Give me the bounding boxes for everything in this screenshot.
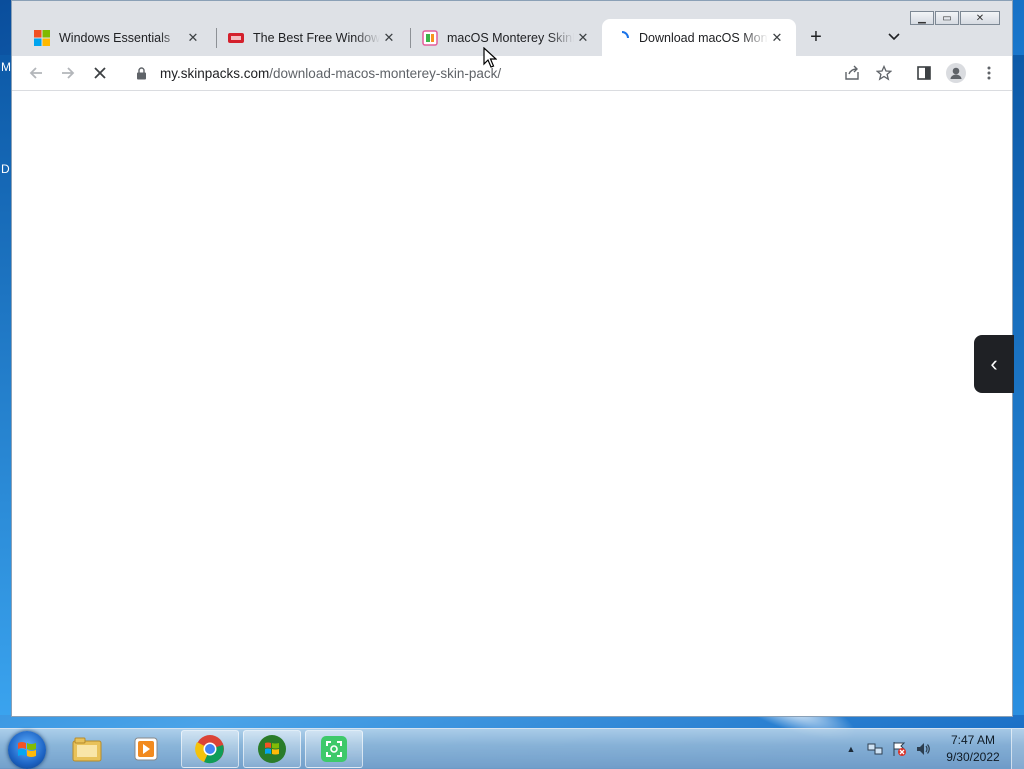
mouse-cursor-icon: [483, 47, 497, 68]
address-bar[interactable]: my.skinpacks.com/download-macos-monterey…: [124, 59, 922, 87]
maximize-button[interactable]: ▭: [935, 11, 959, 25]
collapse-side-panel-button[interactable]: ‹: [974, 335, 1014, 393]
tab-download-macos-monterey[interactable]: Download macOS Monterey Skin Pack ✕: [602, 19, 796, 56]
network-icon[interactable]: [866, 740, 884, 758]
red-site-icon: [228, 30, 244, 46]
page-content-blank[interactable]: [12, 91, 1012, 716]
volume-speaker-icon[interactable]: [914, 740, 932, 758]
url-text[interactable]: my.skinpacks.com/download-macos-monterey…: [160, 66, 501, 81]
close-window-button[interactable]: ✕: [960, 11, 1000, 25]
tab-close-icon[interactable]: ✕: [574, 29, 592, 47]
taskbar-windows-app[interactable]: [243, 730, 301, 768]
taskbar-explorer[interactable]: [58, 730, 116, 768]
chrome-window: Windows Essentials ✕ The Best Free Windo…: [11, 0, 1013, 717]
clock-time: 7:47 AM: [950, 733, 996, 747]
start-button[interactable]: [8, 731, 46, 769]
browser-toolbar: my.skinpacks.com/download-macos-monterey…: [12, 56, 1012, 91]
tab-title: Windows Essentials: [59, 30, 171, 45]
chrome-icon: [195, 735, 224, 764]
tab-best-free-windows[interactable]: The Best Free Windows ✕: [216, 19, 408, 56]
share-icon[interactable]: [841, 62, 863, 84]
tab-close-icon[interactable]: ✕: [768, 29, 786, 47]
forward-arrow-icon[interactable]: [57, 62, 79, 84]
tab-strip: Windows Essentials ✕ The Best Free Windo…: [12, 1, 1012, 56]
taskbar-chrome[interactable]: [181, 730, 239, 768]
minimize-button[interactable]: ▁: [910, 11, 934, 25]
side-panel-icon[interactable]: [913, 62, 935, 84]
tab-title: macOS Monterey SkinPack: [447, 30, 574, 45]
tab-search-chevron-icon[interactable]: [884, 25, 904, 49]
chevron-left-icon: ‹: [990, 351, 998, 376]
tab-macos-monterey-skinpack[interactable]: macOS Monterey SkinPack ✕: [410, 19, 602, 56]
url-domain: my.skinpacks.com: [160, 65, 270, 81]
taskbar-media-player[interactable]: [118, 730, 176, 768]
clock-date: 9/30/2022: [946, 750, 1000, 764]
window-controls: ▁ ▭ ✕: [909, 11, 1000, 25]
tab-close-icon[interactable]: ✕: [184, 29, 202, 47]
skinpack-icon: [422, 29, 438, 46]
profile-avatar-icon[interactable]: [945, 62, 967, 84]
menu-kebab-icon[interactable]: [978, 62, 1000, 84]
windows-taskbar: ▲ 7:47 AM 9/30/2022: [0, 728, 1024, 769]
tab-close-icon[interactable]: ✕: [380, 29, 398, 47]
system-tray: ▲ 7:47 AM 9/30/2022: [839, 729, 1024, 769]
tab-title: The Best Free Windows: [253, 30, 380, 45]
system-clock[interactable]: 7:47 AM 9/30/2022: [935, 732, 1011, 766]
desktop-icon-label-fragment: D: [1, 162, 10, 176]
action-center-flag-icon[interactable]: [890, 740, 908, 758]
microsoft-logo-icon: [34, 29, 50, 46]
show-desktop-button[interactable]: [1011, 729, 1024, 769]
lock-icon[interactable]: [134, 66, 148, 80]
taskbar-screenshot-tool[interactable]: [305, 730, 363, 768]
windows-orb-icon: [258, 735, 286, 763]
tab-windows-essentials[interactable]: Windows Essentials ✕: [22, 19, 212, 56]
folder-icon: [72, 737, 102, 762]
tab-title: Download macOS Monterey Skin Pack: [639, 30, 768, 45]
screenshot-tool-icon: [321, 736, 347, 762]
desktop-icon-label-fragment: M: [1, 60, 11, 74]
media-player-icon: [134, 737, 158, 761]
show-hidden-icons-chevron-icon[interactable]: ▲: [842, 740, 860, 758]
loading-spinner-icon: [614, 30, 630, 46]
back-arrow-icon[interactable]: [25, 62, 47, 84]
new-tab-button[interactable]: +: [804, 25, 828, 49]
bookmark-star-icon[interactable]: [873, 62, 895, 84]
windows-flag-icon: [18, 742, 36, 757]
stop-loading-icon[interactable]: [89, 62, 111, 84]
url-path: /download-macos-monterey-skin-pack/: [269, 65, 502, 81]
